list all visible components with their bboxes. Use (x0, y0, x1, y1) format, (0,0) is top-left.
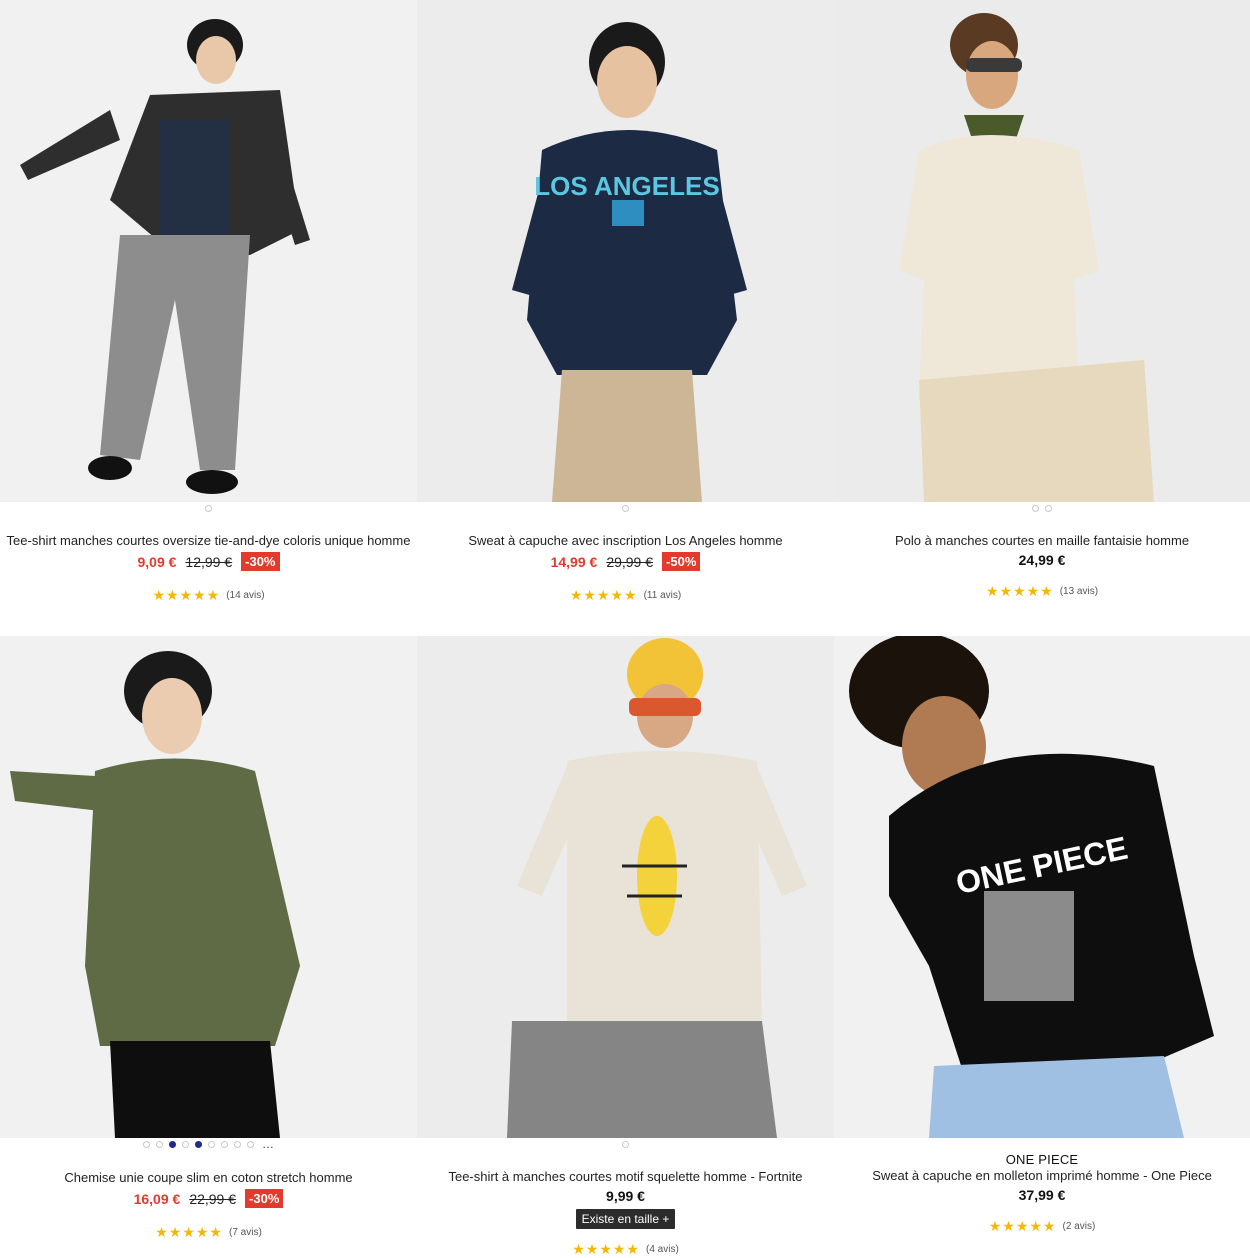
sale-price: 16,09 € (133, 1190, 181, 1207)
product-info: Tee-shirt à manches courtes motif squele… (417, 1169, 834, 1258)
carousel-dot[interactable] (234, 1141, 241, 1148)
product-image[interactable] (0, 0, 417, 502)
star-rating-icon: ★★★★★ (155, 1224, 223, 1240)
product-grid: Tee-shirt manches courtes oversize tie-a… (0, 0, 1250, 1258)
product-image[interactable] (0, 636, 417, 1138)
product-card-3[interactable]: Polo à manches courtes en maille fantais… (834, 0, 1250, 636)
product-title[interactable]: Sweat à capuche en molleton imprimé homm… (834, 1168, 1250, 1183)
price-row: 16,09 € 22,99 € -30% (0, 1189, 417, 1208)
product-title[interactable]: Tee-shirt manches courtes oversize tie-a… (0, 533, 417, 548)
model-photo (20, 19, 310, 494)
model-photo: ONE PIECE (849, 636, 1214, 1138)
product-title[interactable]: Polo à manches courtes en maille fantais… (834, 533, 1250, 548)
image-dots[interactable] (0, 505, 417, 512)
star-rating-icon: ★★★★★ (572, 1241, 640, 1257)
product-image[interactable] (834, 0, 1250, 502)
carousel-dot[interactable] (622, 505, 629, 512)
model-photo (10, 651, 300, 1138)
rating: ★★★★★ (7 avis) (0, 1224, 417, 1241)
price-row: 9,09 € 12,99 € -30% (0, 552, 417, 571)
review-count[interactable]: (4 avis) (646, 1244, 679, 1255)
review-count[interactable]: (2 avis) (1062, 1221, 1095, 1232)
product-image[interactable]: LOS ANGELES (417, 0, 834, 502)
carousel-dot[interactable] (1045, 505, 1052, 512)
rating: ★★★★★ (13 avis) (834, 583, 1250, 600)
carousel-dot[interactable] (247, 1141, 254, 1148)
rating: ★★★★★ (14 avis) (0, 587, 417, 604)
image-dots[interactable] (417, 1141, 834, 1148)
image-dots[interactable] (834, 505, 1250, 512)
star-rating-icon: ★★★★★ (569, 587, 638, 603)
price: 24,99 € (1018, 552, 1066, 568)
product-card-5[interactable]: Tee-shirt à manches courtes motif squele… (417, 636, 834, 1258)
old-price: 12,99 € (185, 553, 233, 570)
more-dots[interactable]: … (262, 1138, 274, 1150)
star-rating-icon: ★★★★★ (985, 583, 1054, 599)
review-count[interactable]: (11 avis) (644, 590, 682, 601)
rating: ★★★★★ (11 avis) (417, 587, 834, 604)
star-rating-icon: ★★★★★ (152, 587, 221, 603)
carousel-dot[interactable] (622, 1141, 629, 1148)
product-image[interactable] (417, 636, 834, 1138)
carousel-dot[interactable] (182, 1141, 189, 1148)
product-card-6[interactable]: ONE PIECE ONE PIECE Sweat à capuche en m… (834, 636, 1250, 1258)
price-row: 9,99 € (417, 1188, 834, 1204)
product-card-4[interactable]: … Chemise unie coupe slim en coton stret… (0, 636, 417, 1258)
carousel-dot[interactable] (221, 1141, 228, 1148)
model-photo: LOS ANGELES (512, 22, 747, 502)
product-info: Polo à manches courtes en maille fantais… (834, 533, 1250, 600)
old-price: 22,99 € (189, 1190, 237, 1207)
carousel-dot[interactable] (208, 1141, 215, 1148)
star-rating-icon: ★★★★★ (988, 1218, 1057, 1234)
size-plus-badge[interactable]: Existe en taille + (575, 1209, 676, 1229)
image-dots[interactable] (417, 505, 834, 512)
sale-price: 14,99 € (550, 553, 598, 570)
review-count[interactable]: (13 avis) (1060, 586, 1098, 597)
product-title[interactable]: Chemise unie coupe slim en coton stretch… (0, 1170, 417, 1185)
price-row: 14,99 € 29,99 € -50% (417, 552, 834, 571)
product-info: ONE PIECE Sweat à capuche en molleton im… (834, 1152, 1250, 1235)
rating: ★★★★★ (4 avis) (417, 1241, 834, 1258)
sale-price: 9,09 € (137, 553, 177, 570)
product-info: Tee-shirt manches courtes oversize tie-a… (0, 533, 417, 604)
brand-name[interactable]: ONE PIECE (834, 1152, 1250, 1167)
price: 37,99 € (1018, 1187, 1066, 1203)
carousel-dot[interactable] (205, 505, 212, 512)
old-price: 29,99 € (606, 553, 654, 570)
product-info: Chemise unie coupe slim en coton stretch… (0, 1170, 417, 1241)
carousel-dot[interactable] (156, 1141, 163, 1148)
carousel-dot[interactable] (1032, 505, 1039, 512)
image-dots[interactable]: … (0, 1138, 417, 1150)
product-image[interactable]: ONE PIECE (834, 636, 1250, 1138)
product-title[interactable]: Sweat à capuche avec inscription Los Ang… (417, 533, 834, 548)
discount-badge: -50% (662, 552, 701, 571)
product-card-2[interactable]: LOS ANGELES Sweat à capuche avec inscrip… (417, 0, 834, 636)
model-photo (899, 13, 1154, 502)
price-row: 24,99 € (834, 552, 1250, 568)
price-row: 37,99 € (834, 1187, 1250, 1203)
product-title[interactable]: Tee-shirt à manches courtes motif squele… (417, 1169, 834, 1184)
print-text: LOS ANGELES (534, 171, 719, 201)
product-info: Sweat à capuche avec inscription Los Ang… (417, 533, 834, 604)
model-photo (507, 638, 807, 1138)
carousel-dot[interactable] (143, 1141, 150, 1148)
product-card-1[interactable]: Tee-shirt manches courtes oversize tie-a… (0, 0, 417, 636)
discount-badge: -30% (241, 552, 280, 571)
review-count[interactable]: (7 avis) (229, 1227, 262, 1238)
carousel-dot-active[interactable] (169, 1141, 176, 1148)
carousel-dot[interactable] (195, 1141, 202, 1148)
discount-badge: -30% (245, 1189, 284, 1208)
review-count[interactable]: (14 avis) (226, 590, 264, 601)
price: 9,99 € (606, 1188, 645, 1204)
rating: ★★★★★ (2 avis) (834, 1218, 1250, 1235)
